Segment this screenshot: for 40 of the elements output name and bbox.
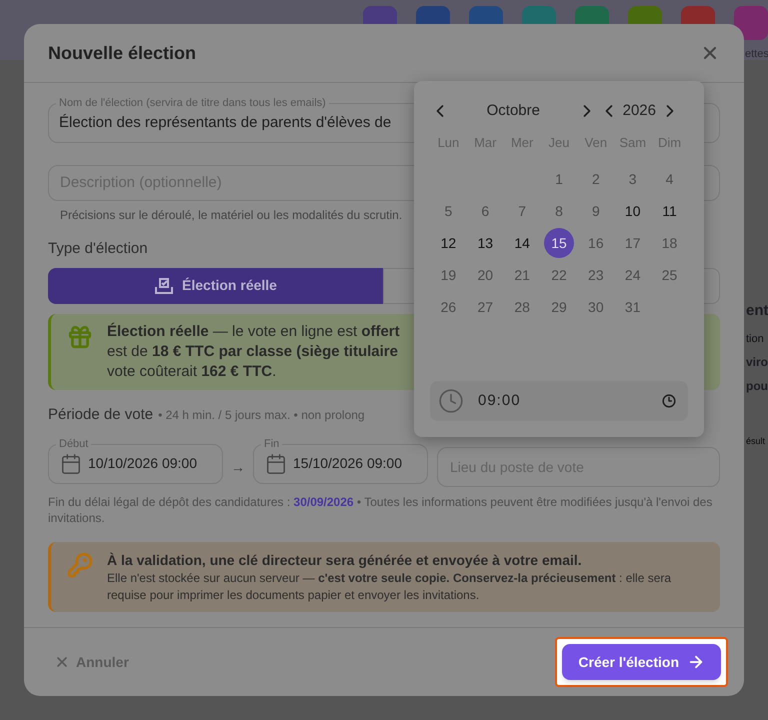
field-value: 10/10/2026 09:00: [88, 454, 197, 473]
calendar-day[interactable]: 13: [470, 228, 500, 258]
notice-text: est de 18 € TTC par classe (siège titulaire: [107, 342, 399, 362]
section-details: • 24 h min. / 5 jours max. • non prolong: [158, 406, 365, 424]
election-type-tab[interactable]: Élection réelle: [48, 268, 383, 304]
notice-title: À la validation, une clé directeur sera générée et envoyée à votre email.: [107, 551, 583, 570]
year-label: 2026: [622, 100, 657, 121]
field-value: 15/10/2026 09:00: [293, 454, 402, 473]
clock-icon: [662, 394, 676, 408]
background-text: tion: [746, 332, 765, 346]
key-icon: [67, 552, 93, 578]
field-hint: Précisions sur le déroulé, le matériel ou les modalités du scrutin.: [59, 207, 404, 224]
field-value: Élection des représentants de parents d'élèves de: [59, 112, 392, 133]
background-text: pou: [746, 378, 768, 395]
clock-icon: [438, 388, 464, 414]
section-label: Période de vote: [48, 404, 154, 424]
arrow-right-icon: [687, 653, 705, 671]
close-icon: [54, 654, 70, 670]
calendar-icon: [265, 452, 287, 474]
background-text: ent: [746, 301, 768, 321]
notice-text: Elle n'est stockée sur aucun serveur — c'est votre seule copie. Conservez-la précieusement : elle sera requise pour imprimer les documents papier et envoyer les invitations.: [107, 570, 672, 604]
time-field[interactable]: 09:00: [430, 381, 688, 421]
create-election-button[interactable]: Créer l'élection: [562, 644, 721, 680]
month-label: Octobre: [486, 100, 541, 121]
calendar-day[interactable]: 12: [433, 228, 464, 258]
background-text: ésult: [746, 435, 766, 448]
calendar-icon: [60, 452, 82, 474]
app-tile-icon[interactable]: [734, 6, 768, 40]
calendar-day[interactable]: 14: [507, 228, 538, 258]
deadline-note: Fin du délai légal de dépôt des candidatures : 30/09/2026 • Toutes les informations peuvent être modifiées jusqu'à l'envoi des invitations.: [48, 494, 714, 526]
dialog-title: Nouvelle élection: [48, 42, 196, 64]
gift-icon: [67, 324, 93, 350]
notice-text: vote coûterait 162 € TTC.: [107, 362, 278, 382]
time-value: 09:00: [478, 390, 522, 411]
section-label: Type d'élection: [48, 239, 148, 259]
background-text: viro: [746, 354, 768, 371]
calendar-day[interactable]: 15: [544, 228, 574, 258]
ballot-box-icon: [154, 276, 174, 294]
notice-text: Élection réelle — le vote en ligne est offert: [107, 322, 400, 342]
range-arrow: →: [231, 458, 245, 476]
